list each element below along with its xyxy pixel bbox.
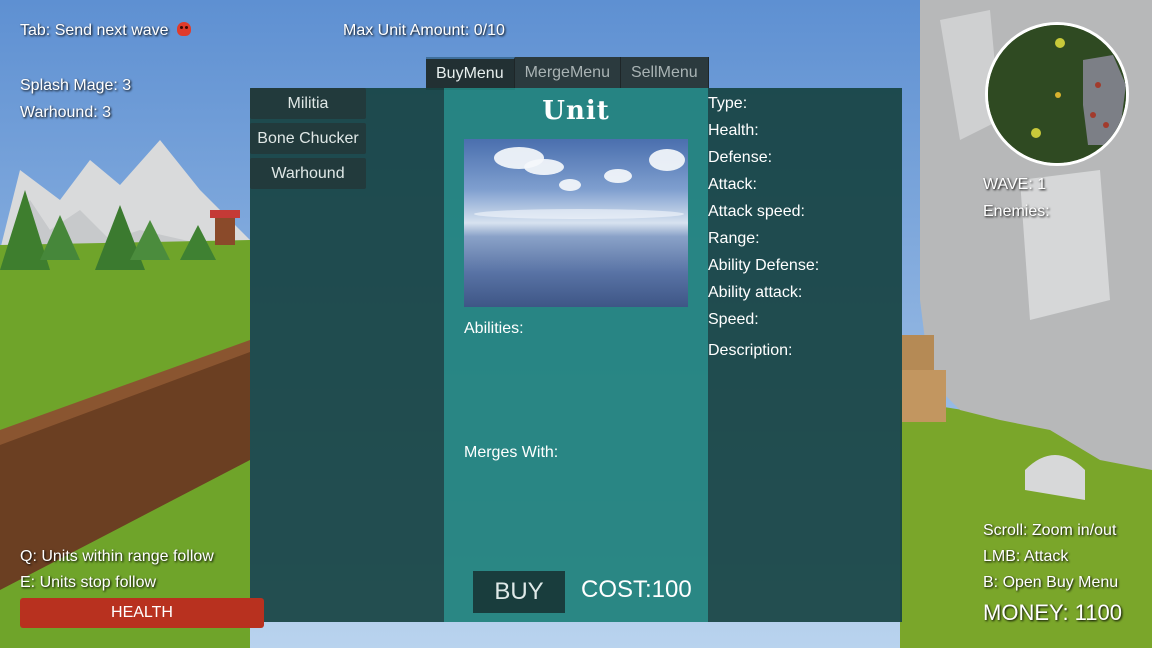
skull-icon: [177, 22, 191, 36]
unit-count-splash-mage: Splash Mage: 3: [20, 77, 132, 94]
unit-cost: COST:100: [581, 576, 692, 603]
unit-button-militia[interactable]: Militia: [250, 88, 366, 119]
unit-detail-panel: Unit Abilities: Merges With: BUY COST:10…: [444, 88, 708, 622]
hint-open-buy-menu: B: Open Buy Menu: [983, 574, 1119, 591]
stat-ability-attack: Ability attack:: [708, 284, 803, 301]
tab-merge-menu[interactable]: MergeMenu: [514, 57, 621, 88]
hint-attack: LMB: Attack: [983, 548, 1069, 565]
money-counter: MONEY: 1100: [983, 600, 1122, 625]
stat-defense: Defense:: [708, 149, 773, 166]
stat-health: Health:: [708, 122, 759, 139]
abilities-label: Abilities:: [464, 320, 524, 337]
unit-count-warhound: Warhound: 3: [20, 104, 112, 121]
minimap[interactable]: [985, 22, 1129, 166]
hint-follow: Q: Units within range follow: [20, 548, 214, 565]
stat-speed: Speed:: [708, 311, 759, 328]
health-bar: HEALTH: [20, 598, 264, 628]
unit-preview-image: [464, 139, 688, 307]
stat-description: Description:: [708, 342, 793, 359]
send-wave-hint: Tab: Send next wave: [20, 22, 191, 40]
stat-ability-defense: Ability Defense:: [708, 257, 820, 274]
stat-type: Type:: [708, 95, 748, 112]
tab-sell-menu[interactable]: SellMenu: [620, 57, 709, 88]
minimap-terrain: [988, 25, 1126, 163]
stat-attack: Attack:: [708, 176, 757, 193]
merges-with-label: Merges With:: [464, 444, 559, 461]
hint-stop-follow: E: Units stop follow: [20, 574, 157, 591]
unit-title: Unit: [542, 96, 610, 126]
menu-tabs: BuyMenu MergeMenu SellMenu: [426, 57, 709, 90]
unit-button-bone-chucker[interactable]: Bone Chucker: [250, 123, 366, 154]
unit-list-panel: Militia Bone Chucker Warhound: [250, 88, 444, 622]
stat-range: Range:: [708, 230, 760, 247]
buy-button[interactable]: BUY: [473, 571, 565, 613]
unit-button-warhound[interactable]: Warhound: [250, 158, 366, 189]
hint-zoom: Scroll: Zoom in/out: [983, 522, 1117, 539]
send-wave-text: Tab: Send next wave: [20, 22, 169, 39]
stat-attack-speed: Attack speed:: [708, 203, 805, 220]
tab-buy-menu[interactable]: BuyMenu: [426, 57, 515, 90]
enemies-counter: Enemies:: [983, 203, 1050, 220]
wave-counter: WAVE: 1: [983, 176, 1047, 193]
max-unit-amount: Max Unit Amount: 0/10: [343, 22, 505, 39]
unit-stats-panel: Type: Health: Defense: Attack: Attack sp…: [708, 88, 902, 622]
